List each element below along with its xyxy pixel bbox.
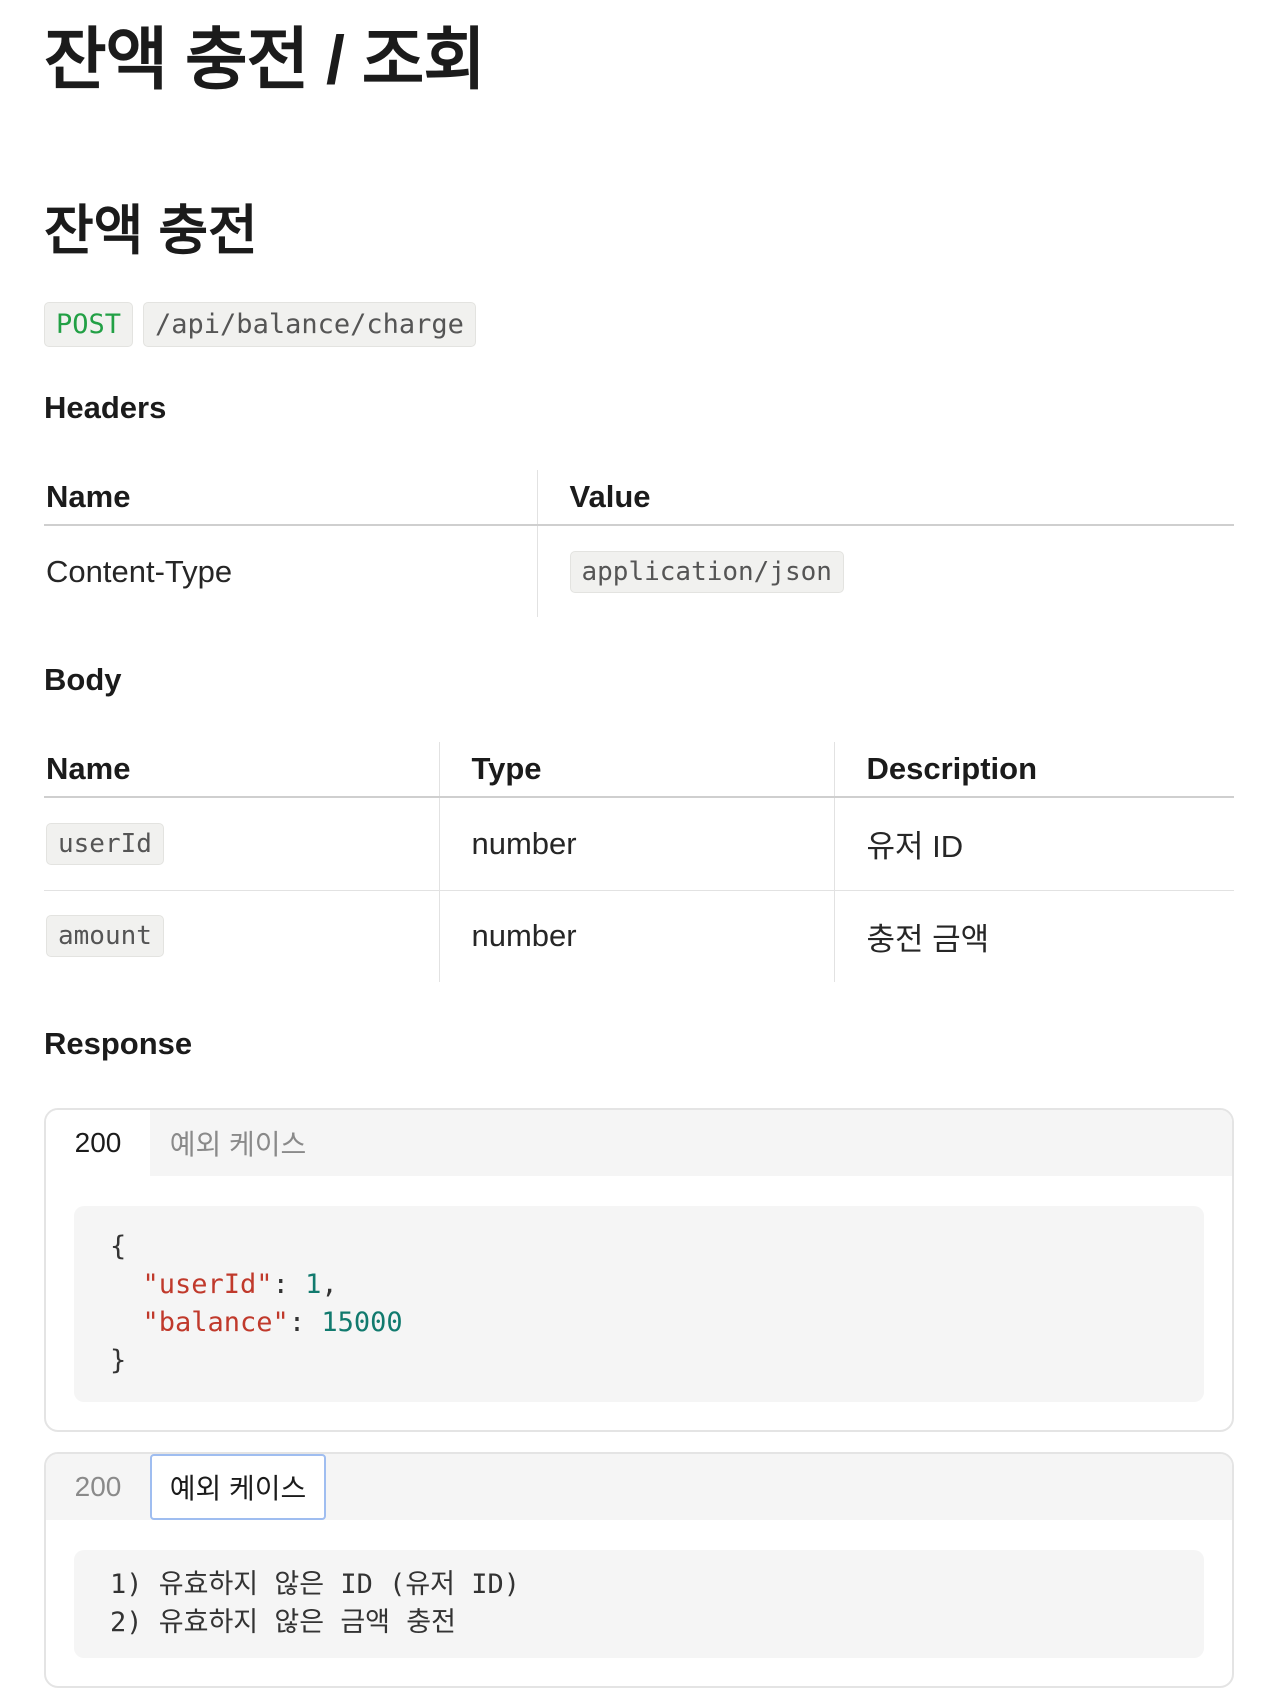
- endpoint-path: /api/balance/charge: [143, 302, 476, 347]
- endpoint-line: POST /api/balance/charge: [44, 302, 476, 347]
- response-tabs-success: 200 예외 케이스 { "userId": 1, "balance": 150…: [44, 1108, 1234, 1432]
- headers-table: Name Value Content-Type application/json: [44, 470, 1234, 617]
- header-value-code: application/json: [569, 550, 844, 593]
- json-value-userid: 1: [305, 1269, 322, 1300]
- http-method-badge: POST: [44, 302, 134, 347]
- section-title: 잔액 충전: [44, 201, 258, 261]
- headers-table-header-row: Name Value: [44, 470, 1234, 526]
- param-name-cell: userId: [44, 797, 439, 891]
- table-row: Content-Type application/json: [44, 525, 1234, 617]
- json-brace-open: {: [110, 1231, 127, 1262]
- page-title: 잔액 충전 / 조회: [44, 22, 486, 98]
- error-case-line: 1) 유효하지 않은 ID (유저 ID): [110, 1569, 521, 1600]
- param-name-cell: amount: [44, 890, 439, 982]
- response-tab-bar: 200 예외 케이스: [46, 1454, 1232, 1520]
- param-name-code: amount: [46, 915, 164, 958]
- param-description-cell: 충전 금액: [833, 890, 1234, 982]
- param-type-cell: number: [438, 797, 834, 891]
- header-value-cell: application/json: [536, 525, 1234, 617]
- json-brace-close: }: [110, 1345, 127, 1376]
- body-table-header-row: Name Type Description: [44, 742, 1234, 798]
- json-value-balance: 15000: [321, 1307, 403, 1338]
- column-header-type: Type: [438, 742, 834, 798]
- json-key-userid: "userId": [142, 1269, 273, 1300]
- column-header-name: Name: [44, 742, 439, 798]
- param-type-cell: number: [438, 890, 834, 982]
- response-code-block: { "userId": 1, "balance": 15000 }: [74, 1206, 1204, 1402]
- response-heading: Response: [44, 1026, 193, 1061]
- tab-error-cases[interactable]: 예외 케이스: [150, 1110, 326, 1176]
- tab-200[interactable]: 200: [46, 1110, 150, 1176]
- column-header-value: Value: [536, 470, 1234, 526]
- body-table: Name Type Description userId number 유저 I…: [44, 742, 1234, 982]
- response-tab-panel: 1) 유효하지 않은 ID (유저 ID) 2) 유효하지 않은 금액 충전: [46, 1520, 1232, 1686]
- json-key-balance: "balance": [142, 1307, 289, 1338]
- response-tab-bar: 200 예외 케이스: [46, 1110, 1232, 1176]
- error-cases-block: 1) 유효하지 않은 ID (유저 ID) 2) 유효하지 않은 금액 충전: [74, 1550, 1204, 1658]
- tab-200[interactable]: 200: [46, 1454, 150, 1520]
- error-case-line: 2) 유효하지 않은 금액 충전: [110, 1607, 456, 1638]
- table-row: userId number 유저 ID: [44, 797, 1234, 891]
- response-tabs-error: 200 예외 케이스 1) 유효하지 않은 ID (유저 ID) 2) 유효하지…: [44, 1452, 1234, 1688]
- response-tab-panel: { "userId": 1, "balance": 15000 }: [46, 1176, 1232, 1430]
- param-name-code: userId: [46, 822, 164, 865]
- column-header-description: Description: [833, 742, 1234, 798]
- headers-heading: Headers: [44, 390, 167, 425]
- param-description-cell: 유저 ID: [833, 797, 1234, 891]
- column-header-name: Name: [44, 470, 537, 526]
- header-name-cell: Content-Type: [46, 553, 233, 589]
- tab-error-cases[interactable]: 예외 케이스: [150, 1454, 326, 1520]
- table-row: amount number 충전 금액: [44, 890, 1234, 982]
- body-heading: Body: [44, 662, 122, 697]
